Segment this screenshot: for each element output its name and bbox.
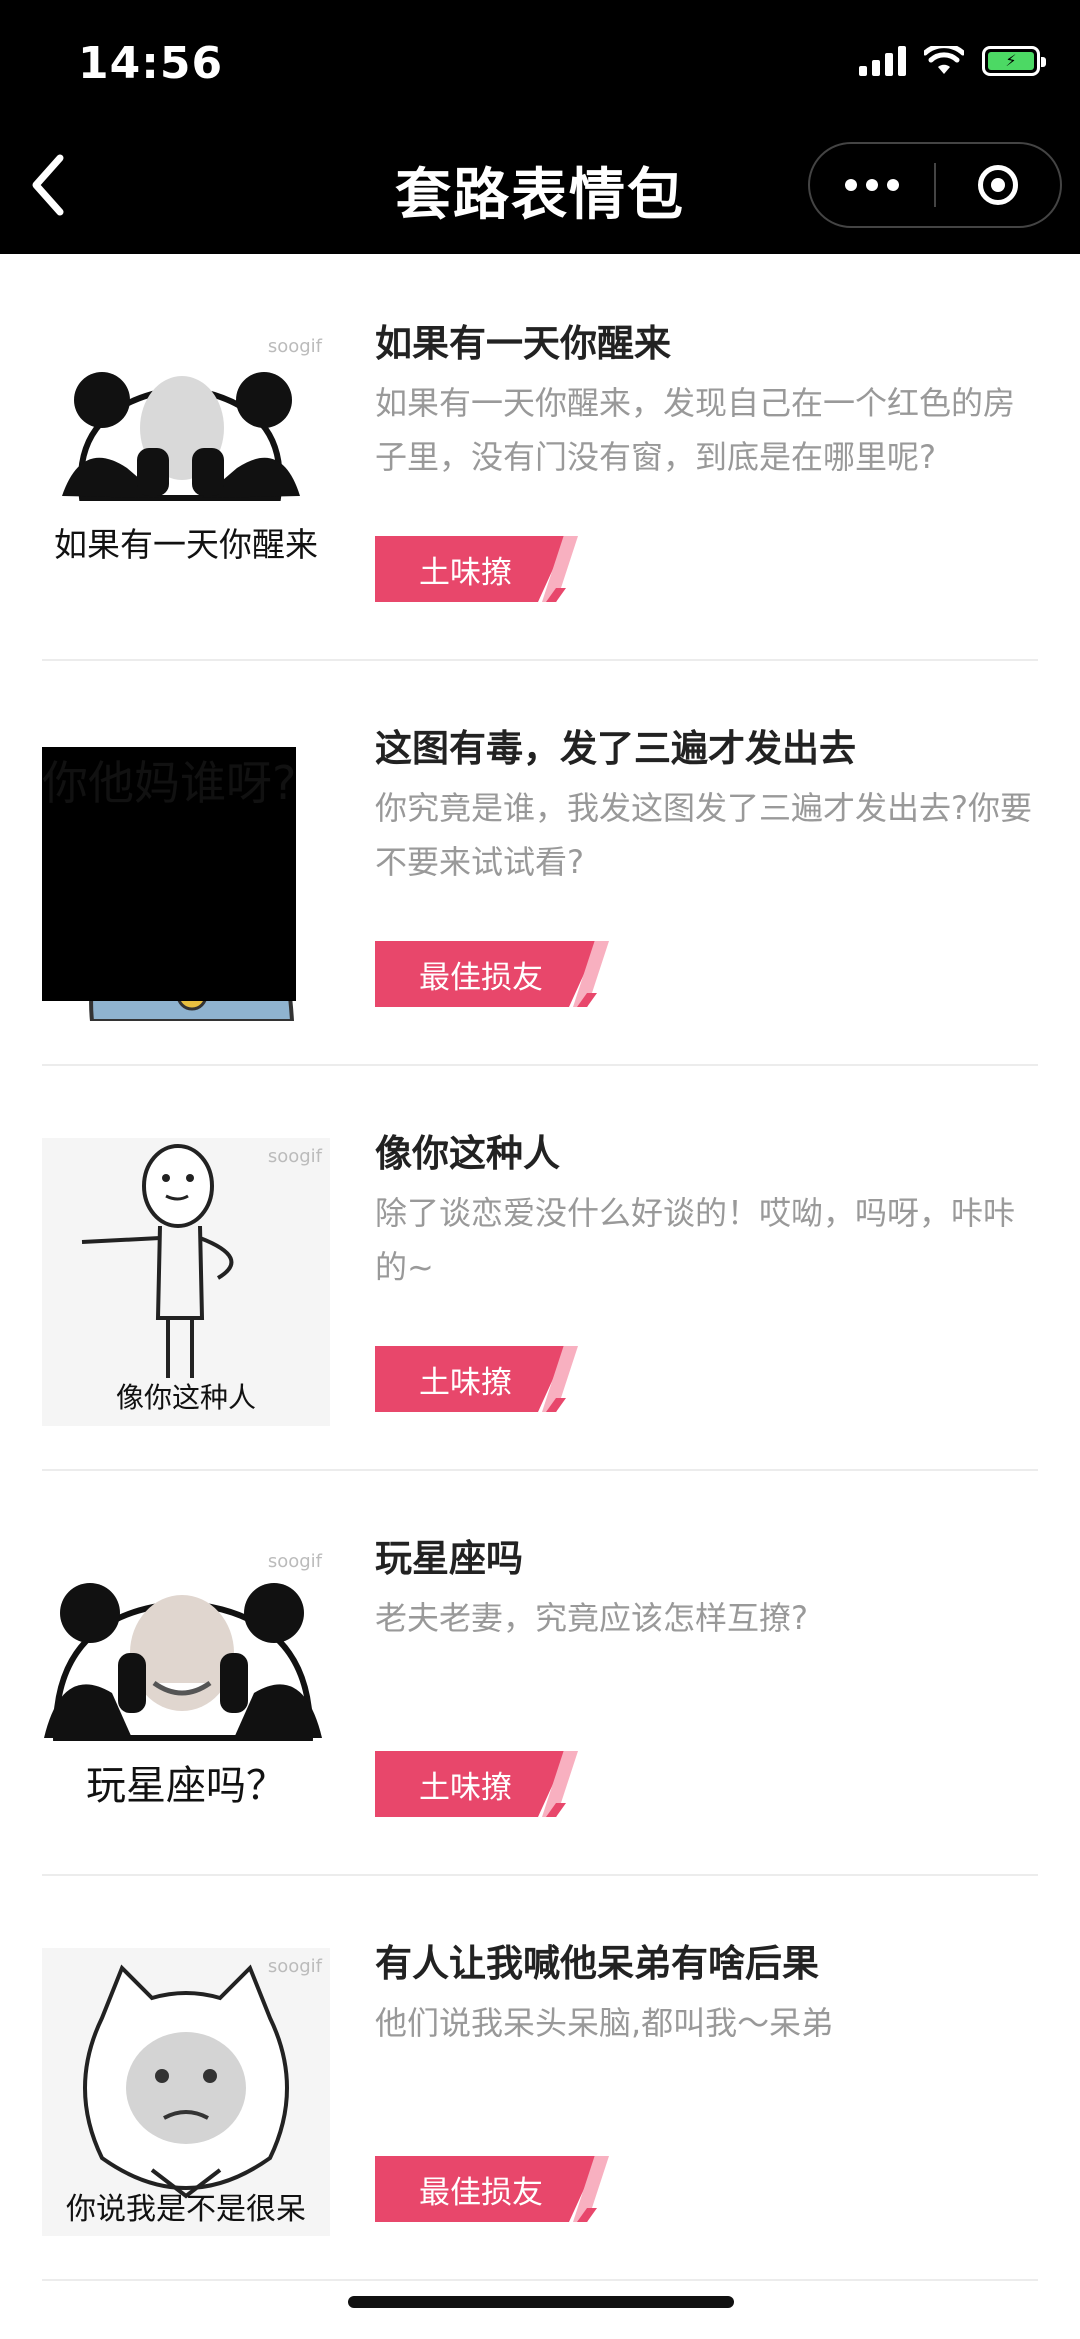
list-item[interactable]: soogif 你说我是不是很呆 有人让我喊他呆弟有啥后果 他们说我呆头呆脑,都叫… <box>0 1874 1080 2279</box>
meme-thumbnail[interactable]: soogif 像你这种人 <box>42 1138 330 1426</box>
watermark: soogif <box>267 1146 322 1167</box>
meme-caption: 如果有一天你醒来 <box>54 525 318 564</box>
item-description: 你究竟是谁，我发这图发了三遍才发出去?你要不要来试试看? <box>375 789 1032 881</box>
item-description: 老夫老妻，究竟应该怎样互撩? <box>375 1599 808 1637</box>
tag-label: 最佳损友 <box>375 2156 599 2222</box>
list-item[interactable]: soogif 如果有一天你醒来 如果有一天你醒来 如果有一天你醒来，发现自己在一… <box>0 254 1080 659</box>
meme-thumbnail[interactable]: soogif 如果有一天你醒来 <box>42 328 330 616</box>
cellular-signal-icon <box>859 46 906 76</box>
meme-thumbnail[interactable]: soogif 你说我是不是很呆 <box>42 1948 330 2236</box>
status-time: 14:56 <box>78 38 224 89</box>
tag-label: 土味撩 <box>375 536 568 602</box>
wifi-icon <box>924 46 964 74</box>
meme-caption: 像你这种人 <box>115 1381 256 1414</box>
list-item[interactable]: soogif 像你这种人 像你这种人 除了谈恋爱没什么好谈的！哎呦，吗呀，咔咔的… <box>0 1064 1080 1469</box>
watermark: soogif <box>267 1956 322 1977</box>
panda-meme-image <box>62 372 300 501</box>
item-description: 如果有一天你醒来，发现自己在一个红色的房子里，没有门没有窗，到底是在哪里呢? <box>375 384 1016 476</box>
top-bar: 14:56 ⚡ 套路表情包 <box>0 0 1080 254</box>
target-icon <box>978 165 1018 205</box>
item-title: 玩星座吗 <box>375 1537 523 1580</box>
item-title: 这图有毒，发了三遍才发出去 <box>375 727 856 770</box>
tag-label: 土味撩 <box>375 1346 568 1412</box>
category-tag[interactable]: 土味撩 <box>375 1751 578 1817</box>
meme-thumbnail[interactable]: soogif 玩星座吗？ <box>42 1543 330 1831</box>
item-title: 有人让我喊他呆弟有啥后果 <box>375 1942 819 1985</box>
tag-decoration <box>542 536 578 602</box>
tag-decoration <box>573 941 609 1007</box>
item-title: 像你这种人 <box>375 1132 560 1175</box>
meme-caption: 玩星座吗？ <box>86 1763 286 1809</box>
category-tag[interactable]: 最佳损友 <box>375 941 609 1007</box>
tag-label: 土味撩 <box>375 1751 568 1817</box>
watermark: soogif <box>267 1551 322 1572</box>
tag-decoration <box>573 2156 609 2222</box>
category-tag[interactable]: 土味撩 <box>375 1346 578 1412</box>
list-item[interactable]: soogif 玩星座吗？ 玩星座吗 老夫老妻，究竟应该怎样互撩? 土味撩 <box>0 1469 1080 1874</box>
meme-list: soogif 如果有一天你醒来 如果有一天你醒来 如果有一天你醒来，发现自己在一… <box>0 254 1080 2281</box>
list-item[interactable]: 你他妈谁呀? 这图有毒，发了三遍才发出去 你究竟是谁，我发这图发了三遍才发出去?… <box>0 659 1080 1064</box>
tag-decoration <box>542 1346 578 1412</box>
tag-label: 最佳损友 <box>375 941 599 1007</box>
more-options-button[interactable] <box>810 179 934 191</box>
tag-decoration <box>542 1751 578 1817</box>
status-icons: ⚡ <box>859 46 1046 76</box>
home-indicator[interactable] <box>348 2296 734 2308</box>
meme-thumbnail[interactable]: 你他妈谁呀? <box>42 733 330 1021</box>
miniprogram-capsule <box>808 142 1062 228</box>
item-description: 他们说我呆头呆脑,都叫我～呆弟 <box>375 2004 834 2042</box>
battery-icon: ⚡ <box>982 46 1046 76</box>
item-description: 除了谈恋爱没什么好谈的！哎呦，吗呀，咔咔的~ <box>375 1194 1016 1286</box>
close-miniprogram-button[interactable] <box>936 165 1060 205</box>
list-divider <box>42 2279 1038 2281</box>
meme-caption: 你他妈谁呀? <box>42 747 297 1001</box>
watermark: soogif <box>267 336 322 357</box>
meme-caption: 你说我是不是很呆 <box>66 2192 306 2227</box>
category-tag[interactable]: 土味撩 <box>375 536 578 602</box>
item-title: 如果有一天你醒来 <box>375 322 671 365</box>
category-tag[interactable]: 最佳损友 <box>375 2156 609 2222</box>
